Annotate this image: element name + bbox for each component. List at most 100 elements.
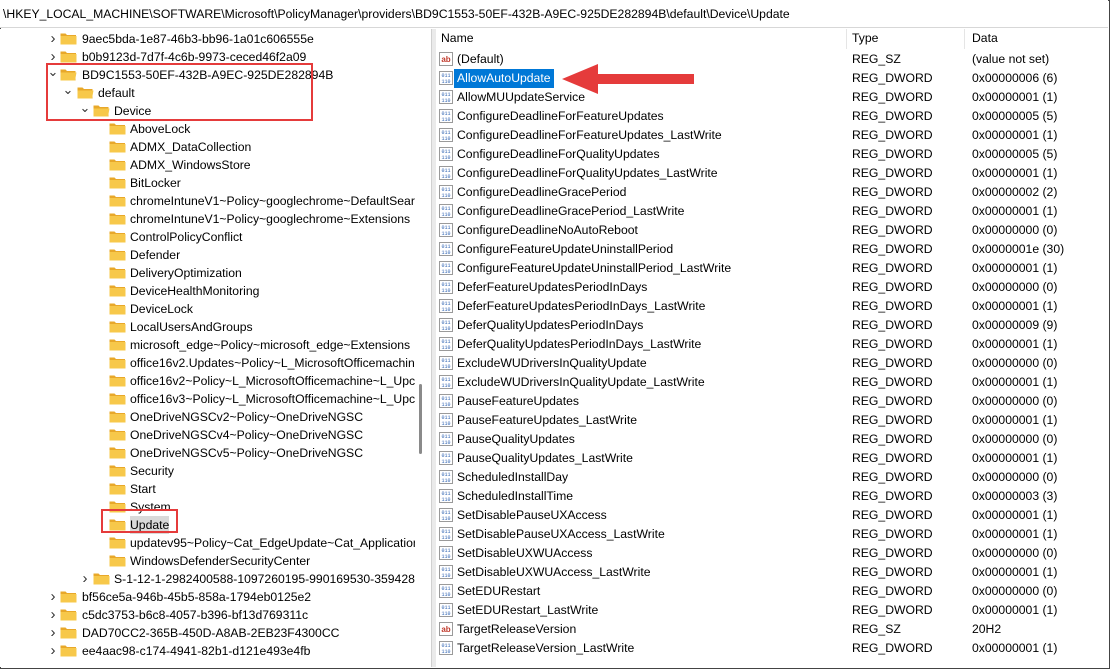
tree-node[interactable]: ControlPolicyConflict [0, 228, 415, 246]
tree-node[interactable]: OneDriveNGSCv5~Policy~OneDriveNGSC [0, 444, 415, 462]
tree-node[interactable]: chromeIntuneV1~Policy~googlechrome~Exten… [0, 210, 415, 228]
annotation-highlight-box-key-path [46, 63, 313, 121]
value-name: ConfigureDeadlineGracePeriod [457, 185, 627, 199]
column-divider[interactable] [846, 29, 847, 49]
dword-value-icon: 011 110 [439, 413, 453, 427]
chevron-right-icon[interactable]: › [79, 570, 91, 588]
tree-node[interactable]: System [0, 498, 415, 516]
chevron-right-icon[interactable]: › [47, 30, 59, 48]
value-row[interactable]: ab TargetReleaseVersion REG_SZ 20H2 [436, 620, 1108, 639]
tree-node[interactable]: › ee4aac98-c174-4941-82b1-d121e493e4fb [0, 642, 415, 660]
tree-node[interactable]: microsoft_edge~Policy~microsoft_edge~Ext… [0, 336, 415, 354]
value-row[interactable]: 011 110 SetDisablePauseUXAccess_LastWrite R… [436, 525, 1108, 544]
value-row[interactable]: 011 110 DeferFeatureUpdatesPeriodInDays_La… [436, 297, 1108, 316]
tree-node[interactable]: OneDriveNGSCv2~Policy~OneDriveNGSC [0, 408, 415, 426]
values-list-pane[interactable]: Name Type Data ab (Default) REG_SZ (value n… [436, 29, 1108, 667]
tree-node[interactable]: updatev95~Policy~Cat_EdgeUpdate~Cat_Appl… [0, 534, 415, 552]
value-row[interactable]: 011 110 SetEDURestart_LastWrite REG_DWORD 0x… [436, 601, 1108, 620]
tree-node[interactable]: › bf56ce5a-946b-45b5-858a-1794eb0125e2 [0, 588, 415, 606]
value-data: 0x00000001 (1) [972, 508, 1058, 522]
svg-text:110: 110 [441, 364, 450, 370]
svg-text:110: 110 [441, 79, 450, 85]
svg-text:ab: ab [441, 625, 450, 634]
value-row[interactable]: 011 110 ExcludeWUDriversInQualityUpdate_La… [436, 373, 1108, 392]
value-type: REG_DWORD [852, 90, 933, 104]
column-divider[interactable] [964, 29, 965, 49]
tree-node[interactable]: › 9aec5bda-1e87-46b3-bb96-1a01c606555e [0, 30, 415, 48]
tree-node[interactable]: OneDriveNGSCv4~Policy~OneDriveNGSC [0, 426, 415, 444]
value-row[interactable]: 011 110 SetEDURestart REG_DWORD 0x00000000 (… [436, 582, 1108, 601]
tree-node[interactable]: Defender [0, 246, 415, 264]
column-header-name[interactable]: Name [441, 29, 474, 47]
value-data: 0x00000000 (0) [972, 546, 1058, 560]
key-tree-pane[interactable]: › 9aec5bda-1e87-46b3-bb96-1a01c606555e › b0… [0, 29, 415, 667]
value-row[interactable]: 011 110 PauseFeatureUpdates_LastWrite REG_D… [436, 411, 1108, 430]
folder-icon [109, 122, 126, 135]
value-data: 0x00000000 (0) [972, 584, 1058, 598]
chevron-right-icon[interactable]: › [47, 624, 59, 642]
tree-node-label: DeviceLock [130, 302, 193, 316]
svg-text:110: 110 [441, 250, 450, 256]
tree-node[interactable]: WindowsDefenderSecurityCenter [0, 552, 415, 570]
value-row[interactable]: 011 110 ConfigureDeadlineNoAutoReboot REG_D… [436, 221, 1108, 240]
value-row[interactable]: 011 110 SetDisableUXWUAccess_LastWrite REG_… [436, 563, 1108, 582]
value-row[interactable]: 011 110 PauseQualityUpdates REG_DWORD 0x0000… [436, 430, 1108, 449]
tree-node[interactable]: Security [0, 462, 415, 480]
value-row[interactable]: 011 110 DeferQualityUpdatesPeriodInDays REG… [436, 316, 1108, 335]
value-row[interactable]: 011 110 SetDisableUXWUAccess REG_DWORD 0x000… [436, 544, 1108, 563]
tree-node[interactable]: Start [0, 480, 415, 498]
value-row[interactable]: 011 110 ConfigureFeatureUpdateUninstallPer… [436, 259, 1108, 278]
tree-node[interactable]: ADMX_WindowsStore [0, 156, 415, 174]
tree-node[interactable]: office16v2.Updates~Policy~L_MicrosoftOff… [0, 354, 415, 372]
value-row[interactable]: 011 110 ConfigureDeadlineForFeatureUpdates… [436, 126, 1108, 145]
chevron-right-icon[interactable]: › [47, 642, 59, 660]
tree-node[interactable]: Update [0, 516, 415, 534]
value-row[interactable]: 011 110 AllowMUUpdateService REG_DWORD 0x000… [436, 88, 1108, 107]
tree-node[interactable]: office16v3~Policy~L_MicrosoftOfficemachi… [0, 390, 415, 408]
column-header-data[interactable]: Data [972, 29, 998, 47]
tree-node[interactable]: chromeIntuneV1~Policy~googlechrome~Defau… [0, 192, 415, 210]
tree-node[interactable]: DeviceHealthMonitoring [0, 282, 415, 300]
address-bar[interactable]: \HKEY_LOCAL_MACHINE\SOFTWARE\Microsoft\P… [0, 0, 1108, 28]
tree-node[interactable]: BitLocker [0, 174, 415, 192]
value-row[interactable]: 011 110 ExcludeWUDriversInQualityUpdate REG… [436, 354, 1108, 373]
value-row[interactable]: 011 110 DeferQualityUpdatesPeriodInDays_La… [436, 335, 1108, 354]
value-row[interactable]: 011 110 AllowAutoUpdate REG_DWORD 0x00000006… [436, 68, 1108, 89]
svg-text:110: 110 [441, 117, 450, 123]
tree-node[interactable]: › DAD70CC2-365B-450D-A8AB-2EB23F4300CC [0, 624, 415, 642]
tree-node[interactable]: › S-1-12-1-2982400588-1097260195-99016953… [0, 570, 416, 588]
tree-scrollbar[interactable] [415, 29, 427, 667]
value-type: REG_DWORD [852, 527, 933, 541]
value-row[interactable]: 011 110 ConfigureFeatureUpdateUninstallPer… [436, 240, 1108, 259]
chevron-right-icon[interactable]: › [47, 588, 59, 606]
tree-node[interactable]: ADMX_DataCollection [0, 138, 415, 156]
value-row[interactable]: 011 110 ConfigureDeadlineForFeatureUpdates… [436, 107, 1108, 126]
tree-node[interactable]: AboveLock [0, 120, 415, 138]
chevron-right-icon[interactable]: › [47, 606, 59, 624]
value-row[interactable]: 011 110 ConfigureDeadlineForQualityUpdates… [436, 145, 1108, 164]
svg-text:110: 110 [441, 421, 450, 427]
value-row[interactable]: 011 110 PauseQualityUpdates_LastWrite REG_D… [436, 449, 1108, 468]
value-row[interactable]: 011 110 ConfigureDeadlineForQualityUpdates… [436, 164, 1108, 183]
value-type: REG_DWORD [852, 261, 933, 275]
value-row[interactable]: 011 110 PauseFeatureUpdates REG_DWORD 0x0000… [436, 392, 1108, 411]
value-row[interactable]: ab (Default) REG_SZ (value not set) [436, 50, 1108, 69]
svg-text:110: 110 [441, 516, 450, 522]
tree-node[interactable]: DeviceLock [0, 300, 415, 318]
folder-icon [109, 230, 126, 243]
value-row[interactable]: 011 110 ConfigureDeadlineGracePeriod REG_DW… [436, 183, 1108, 202]
tree-node[interactable]: office16v2~Policy~L_MicrosoftOfficemachi… [0, 372, 415, 390]
value-row[interactable]: 011 110 DeferFeatureUpdatesPeriodInDays REG… [436, 278, 1108, 297]
value-row[interactable]: 011 110 TargetReleaseVersion_LastWrite REG_… [436, 639, 1108, 658]
tree-node[interactable]: › c5dc3753-b6c8-4057-b396-bf13d769311c [0, 606, 415, 624]
value-row[interactable]: 011 110 ScheduledInstallDay REG_DWORD 0x0000… [436, 468, 1108, 487]
value-row[interactable]: 011 110 SetDisablePauseUXAccess REG_DWORD 0x… [436, 506, 1108, 525]
dword-value-icon: 011 110 [439, 261, 453, 275]
folder-icon [109, 338, 126, 351]
value-row[interactable]: 011 110 ConfigureDeadlineGracePeriod_LastW… [436, 202, 1108, 221]
value-row[interactable]: 011 110 ScheduledInstallTime REG_DWORD 0x000… [436, 487, 1108, 506]
tree-node[interactable]: LocalUsersAndGroups [0, 318, 415, 336]
tree-scrollbar-thumb[interactable] [419, 384, 422, 454]
tree-node[interactable]: DeliveryOptimization [0, 264, 415, 282]
column-header-type[interactable]: Type [852, 29, 878, 47]
